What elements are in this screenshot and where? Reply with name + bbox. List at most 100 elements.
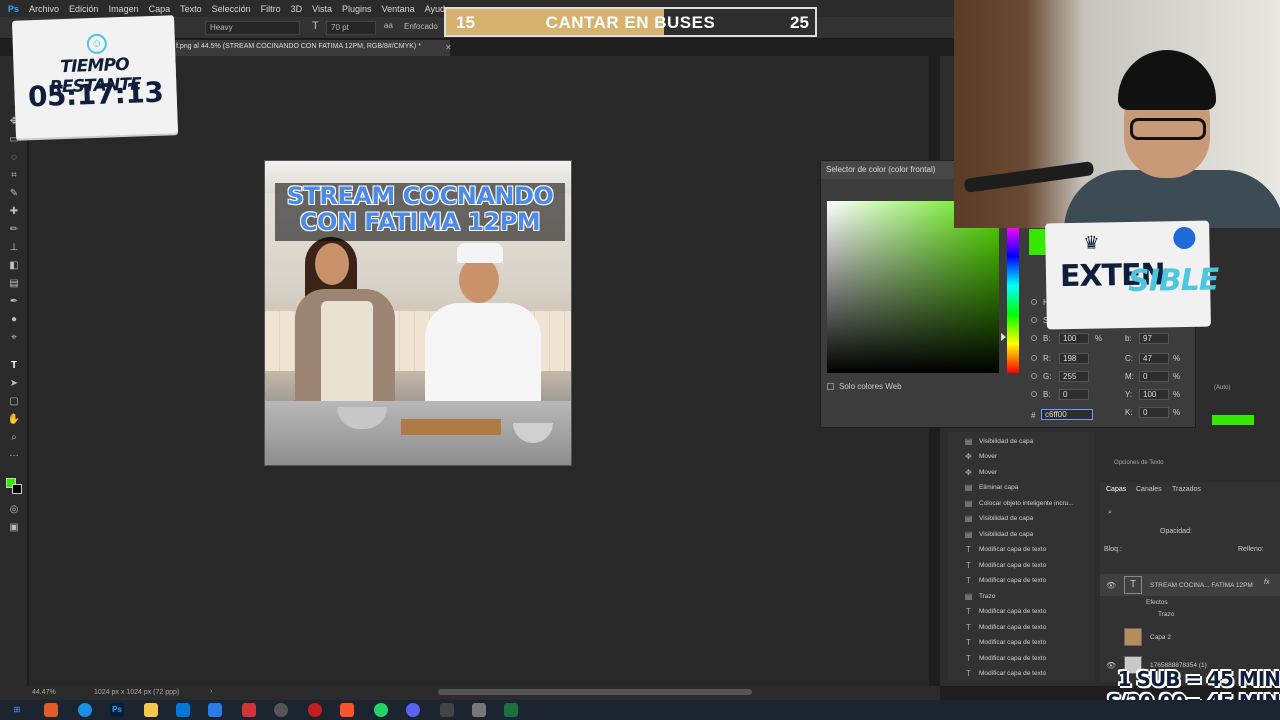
hue-slider-marker[interactable] <box>1001 333 1006 341</box>
history-item[interactable]: T Modificar capa de texto <box>964 605 1094 619</box>
horizontal-scrollbar[interactable] <box>438 689 752 695</box>
mail-icon[interactable] <box>242 703 256 717</box>
font-size-select[interactable]: 70 pt <box>326 21 376 35</box>
brush-tool-icon[interactable]: ✏ <box>7 224 21 236</box>
layer-effect-stroke[interactable]: Trazo <box>1100 608 1280 620</box>
type-tool-icon[interactable]: T <box>7 360 21 372</box>
eye-icon[interactable]: 👁 <box>1106 581 1116 590</box>
app-icon[interactable] <box>208 703 222 717</box>
history-item[interactable]: T Modificar capa de texto <box>964 574 1094 588</box>
text-color-swatch[interactable] <box>1212 415 1254 425</box>
dodge-tool-icon[interactable]: ● <box>7 314 21 326</box>
brightness-radio[interactable] <box>1031 335 1037 341</box>
menu-imagen[interactable]: Imagen <box>109 4 139 14</box>
close-tab-icon[interactable]: ✕ <box>445 43 452 52</box>
quick-mask-icon[interactable]: ◎ <box>7 504 21 516</box>
healing-tool-icon[interactable]: ✚ <box>7 206 21 218</box>
history-item[interactable]: T Modificar capa de texto <box>964 543 1094 557</box>
stamp-tool-icon[interactable]: ⊥ <box>7 242 21 254</box>
thumbnail-title[interactable]: STREAM COCNANDO CON FATIMA 12PM <box>275 183 565 241</box>
ps-logo-icon[interactable]: Ps <box>8 4 19 14</box>
history-item[interactable]: ▤ Visibilidad de capa <box>964 512 1094 526</box>
document-tab[interactable]: f.png al 44.5% (STREAM COCINANDO CON FAT… <box>170 40 450 56</box>
green-radio[interactable] <box>1031 373 1037 379</box>
menu-vista[interactable]: Vista <box>312 4 332 14</box>
status-arrow-icon[interactable]: › <box>210 688 212 695</box>
more-tools-icon[interactable]: … <box>7 448 21 460</box>
web-colors-checkbox[interactable] <box>827 383 834 390</box>
tab-canales[interactable]: Canales <box>1136 486 1162 493</box>
pen-tool-2-icon[interactable]: ⌖ <box>7 332 21 344</box>
auto-leading-label[interactable]: (Auto) <box>1214 385 1230 391</box>
hue-slider[interactable] <box>1007 227 1019 373</box>
background-color-swatch[interactable] <box>12 484 22 494</box>
antialias-select[interactable]: Enfocado <box>400 21 440 35</box>
settings-icon[interactable] <box>472 703 486 717</box>
history-item[interactable]: T Modificar capa de texto <box>964 651 1094 665</box>
menu-edicion[interactable]: Edición <box>69 4 99 14</box>
magenta-field[interactable]: 0 <box>1139 371 1169 382</box>
menu-seleccion[interactable]: Selección <box>212 4 251 14</box>
windows-start-icon[interactable]: ⊞ <box>10 703 24 717</box>
layer-text[interactable]: 👁 T STREAM COCINA... FATIMA 12PM fx <box>1100 574 1280 596</box>
history-item[interactable]: ▤ Eliminar capa <box>964 481 1094 495</box>
screen-mode-icon[interactable]: ▣ <box>7 522 21 534</box>
zoom-level[interactable]: 44.47% <box>32 689 56 696</box>
eyedropper-tool-icon[interactable]: ✎ <box>7 188 21 200</box>
document-canvas[interactable]: STREAM COCNANDO CON FATIMA 12PM <box>264 160 572 466</box>
hue-radio[interactable] <box>1031 299 1037 305</box>
excel-icon[interactable] <box>504 703 518 717</box>
history-item[interactable]: ▤ Visibilidad de capa <box>964 527 1094 541</box>
tab-capas[interactable]: Capas <box>1106 486 1126 493</box>
hand-tool-icon[interactable]: ✋ <box>7 414 21 426</box>
calculator-icon[interactable] <box>440 703 454 717</box>
layer-effects[interactable]: Efectos <box>1100 596 1280 608</box>
history-item[interactable]: ▤ Trazo <box>964 589 1094 603</box>
store-icon[interactable] <box>176 703 190 717</box>
brightness-field[interactable]: 100 <box>1059 333 1089 344</box>
hex-field[interactable]: c6ff00 <box>1041 409 1093 420</box>
whatsapp-icon[interactable] <box>374 703 388 717</box>
layer-search-icon[interactable]: ⌕ <box>1108 509 1112 517</box>
cyan-field[interactable]: 47 <box>1139 353 1169 364</box>
history-item[interactable]: T Modificar capa de texto <box>964 620 1094 634</box>
crop-tool-icon[interactable]: ⌗ <box>7 170 21 182</box>
saturation-radio[interactable] <box>1031 317 1037 323</box>
path-select-tool-icon[interactable]: ➤ <box>7 378 21 390</box>
menu-capa[interactable]: Capa <box>149 4 171 14</box>
history-item[interactable]: ▤ Visibilidad de capa <box>964 434 1094 448</box>
zoom-tool-icon[interactable]: ⌕ <box>7 432 21 444</box>
menu-plugins[interactable]: Plugins <box>342 4 372 14</box>
fx-badge[interactable]: fx <box>1264 579 1269 586</box>
yellow-field[interactable]: 100 <box>1139 389 1169 400</box>
lasso-tool-icon[interactable]: ◌ <box>7 152 21 164</box>
edge-icon[interactable] <box>78 703 92 717</box>
history-item[interactable]: T Modificar capa de texto <box>964 636 1094 650</box>
blue-field[interactable]: 0 <box>1059 389 1089 400</box>
eraser-tool-icon[interactable]: ◧ <box>7 260 21 272</box>
pen-tool-icon[interactable]: ✒ <box>7 296 21 308</box>
red-radio[interactable] <box>1031 355 1037 361</box>
obs-icon[interactable] <box>274 703 288 717</box>
history-item[interactable]: ✥ Mover <box>964 465 1094 479</box>
opera-icon[interactable] <box>308 703 322 717</box>
history-item[interactable]: ✥ Mover <box>964 450 1094 464</box>
brave-icon[interactable] <box>340 703 354 717</box>
menu-ventana[interactable]: Ventana <box>382 4 415 14</box>
gradient-tool-icon[interactable]: ▤ <box>7 278 21 290</box>
discord-icon[interactable] <box>406 703 420 717</box>
file-explorer-icon[interactable] <box>144 703 158 717</box>
photoshop-icon[interactable]: Ps <box>110 703 124 717</box>
green-field[interactable]: 255 <box>1059 371 1089 382</box>
font-style-select[interactable]: Heavy <box>205 21 300 35</box>
black-field[interactable]: 0 <box>1139 407 1169 418</box>
history-item[interactable]: T Modificar capa de texto <box>964 558 1094 572</box>
red-field[interactable]: 198 <box>1059 353 1089 364</box>
blue-radio[interactable] <box>1031 391 1037 397</box>
history-item[interactable]: ▤ Colocar objeto inteligente incru... <box>964 496 1094 510</box>
menu-filtro[interactable]: Filtro <box>261 4 281 14</box>
rectangle-tool-icon[interactable]: ▢ <box>7 396 21 408</box>
menu-texto[interactable]: Texto <box>180 4 202 14</box>
tab-trazados[interactable]: Trazados <box>1172 486 1201 493</box>
lab-b-field[interactable]: 97 <box>1139 333 1169 344</box>
